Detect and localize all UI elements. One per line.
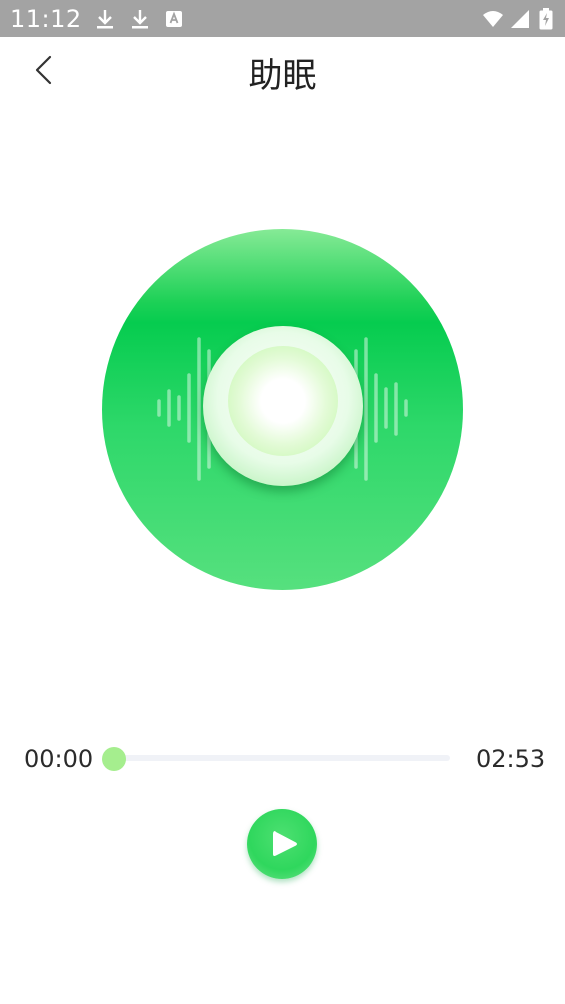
download-icon	[97, 10, 113, 29]
battery-charging-icon	[539, 8, 553, 30]
signal-icon	[511, 10, 529, 28]
sound-disc	[102, 229, 463, 590]
page-title: 助眠	[248, 56, 317, 96]
wifi-icon	[483, 11, 503, 27]
text-a-icon	[166, 11, 182, 27]
current-time: 00:00	[24, 745, 94, 773]
status-bar: 11:12	[0, 0, 565, 37]
total-time: 02:53	[476, 745, 546, 773]
progress-slider[interactable]	[114, 755, 450, 761]
play-button[interactable]	[247, 809, 317, 879]
play-icon	[273, 831, 297, 856]
disc-center-knob	[203, 326, 363, 486]
download-icon	[132, 10, 148, 29]
status-time: 11:12	[10, 5, 82, 33]
progress-thumb[interactable]	[102, 747, 126, 771]
disc-center-glow	[228, 346, 338, 456]
